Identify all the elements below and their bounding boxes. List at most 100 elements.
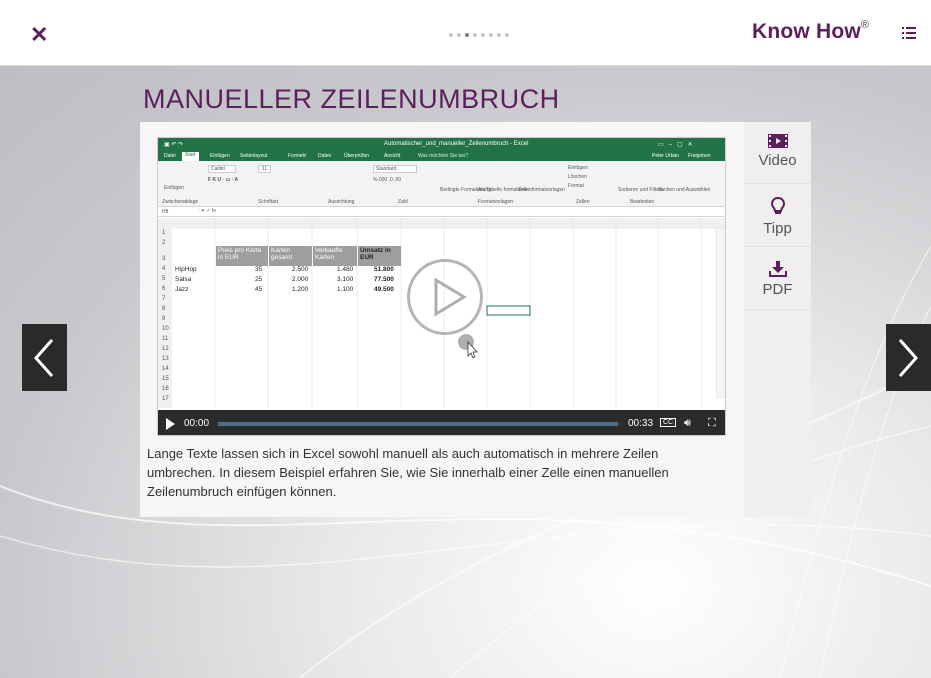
download-icon (768, 261, 787, 277)
top-bar: ✕ Know How® (0, 0, 931, 66)
mouse-cursor-icon (458, 334, 478, 358)
page-dot[interactable] (457, 33, 461, 37)
total-time: 00:33 (628, 418, 654, 429)
row-label: 11 (162, 336, 169, 342)
table-cell: 3.100 (337, 276, 354, 283)
ribbon-insert: Einfügen (568, 165, 588, 171)
page-dot[interactable] (489, 33, 493, 37)
chevron-left-icon (33, 339, 54, 377)
page-dot[interactable] (497, 33, 501, 37)
excel-user: Peter Urban (652, 153, 679, 159)
page-dot[interactable] (481, 33, 485, 37)
volume-icon[interactable]: 🔊︎ (684, 417, 691, 430)
ribbon-group-styles: Formatvorlagen (478, 199, 514, 205)
progress-bar[interactable] (218, 422, 618, 426)
excel-tab: Überprüfen (344, 153, 370, 159)
ribbon-delete: Löschen (568, 174, 587, 180)
ribbon-paste: Einfügen (164, 185, 184, 191)
excel-tab: Daten (318, 153, 332, 159)
row-label: 17 (162, 396, 169, 402)
big-play-button[interactable] (407, 259, 483, 335)
row-label: 5 (162, 276, 166, 282)
table-header-cell: Preis pro Karte in EUR (216, 246, 268, 266)
page-indicator (449, 33, 509, 37)
table-cell: 1.480 (337, 266, 354, 273)
ribbon-group-number: Zahl (398, 199, 408, 205)
side-item-video[interactable]: Video (744, 122, 811, 184)
side-panel: Video Tipp PDF (744, 122, 811, 517)
row-label: 15 (162, 376, 169, 382)
row-label: 9 (162, 316, 166, 322)
excel-fx: : ✕ ✓ fx (198, 208, 216, 214)
next-page-button[interactable] (886, 324, 931, 391)
table-header-cell: Verkaufte Karten (313, 246, 357, 266)
table-cell: 1.100 (337, 286, 354, 293)
excel-tab: Ansicht (384, 153, 401, 159)
table-cell: Jazz (175, 286, 189, 293)
row-label: 14 (162, 366, 169, 372)
row-label: 12 (162, 346, 169, 352)
video-icon (767, 134, 788, 148)
excel-search: Was möchten Sie tun? (418, 153, 469, 159)
ribbon-font-size: 11 (258, 165, 272, 173)
table-cell: 35 (255, 266, 263, 273)
ribbon-group-align: Ausrichtung (328, 199, 355, 205)
play-pause-button[interactable] (166, 418, 175, 430)
fullscreen-icon[interactable]: ⛶ (708, 417, 716, 430)
row-label: 3 (162, 256, 166, 262)
list-menu-icon[interactable] (902, 27, 916, 39)
pdf-label: PDF (762, 281, 793, 298)
excel-tab: Datei (164, 153, 176, 159)
ribbon-sort: Sortieren und Filtern (618, 187, 664, 193)
page-dot[interactable] (505, 33, 509, 37)
video-player[interactable]: ▣ ↶ ↷ Automatischer_und_manueller_Zeilen… (157, 137, 726, 436)
page-dot[interactable] (449, 33, 453, 37)
logo-mark: ® (860, 19, 870, 31)
row-label: 7 (162, 296, 166, 302)
current-time: 00:00 (184, 418, 210, 429)
row-label: 4 (162, 266, 166, 272)
excel-window-controls: ▭ – ▢ ✕ (658, 142, 693, 148)
closed-captions-button[interactable]: CC (660, 418, 677, 427)
excel-tab: Seitenlayout (240, 153, 268, 159)
table-cell: 45 (255, 286, 263, 293)
excel-title-bar: ▣ ↶ ↷ Automatischer_und_manueller_Zeilen… (158, 138, 725, 151)
excel-namebox: H8 (162, 209, 169, 215)
page-dot[interactable] (473, 33, 477, 37)
lightbulb-icon (770, 197, 785, 214)
video-controls: 00:00 00:33 CC 🔊︎ ⛶ (158, 410, 725, 435)
chevron-right-icon (898, 339, 919, 377)
excel-tab: Einfügen (210, 153, 230, 159)
table-cell: 1.200 (292, 286, 309, 293)
table-cell: 77.500 (374, 276, 394, 283)
table-cell: HipHop (175, 266, 197, 273)
side-item-tip[interactable]: Tipp (744, 185, 811, 247)
excel-share: Freigeben (688, 153, 711, 159)
table-cell: 49.500 (374, 286, 394, 293)
row-label: 16 (162, 386, 169, 392)
table-cell: 2.000 (292, 276, 309, 283)
table-cell: Salsa (175, 276, 192, 283)
ribbon-group-clipboard: Zwischenablage (162, 199, 199, 205)
table-cell: 2.500 (292, 266, 309, 273)
excel-formula-bar: H8 : ✕ ✓ fx (158, 207, 725, 217)
excel-tab-active: Start (182, 152, 199, 161)
ribbon-format-buttons: F K U · ▭ · A (208, 177, 239, 183)
table-cell: 25 (255, 276, 263, 283)
row-label: 2 (162, 240, 166, 246)
row-label: 10 (162, 326, 169, 332)
close-icon[interactable]: ✕ (30, 22, 48, 48)
prev-page-button[interactable] (22, 324, 67, 391)
page-dot-active[interactable] (465, 33, 469, 37)
ribbon-group-font: Schriftart (258, 199, 279, 205)
ribbon-cell-styles: Zellenformatvorlagen (518, 187, 565, 193)
row-label: 8 (162, 306, 166, 312)
table-header-cell: Umsatz in EUR (358, 246, 401, 266)
side-item-pdf[interactable]: PDF (744, 248, 811, 310)
brand-logo: Know How® (752, 19, 870, 44)
lesson-description: Lange Texte lassen sich in Excel sowohl … (147, 446, 669, 499)
logo-text: Know How (752, 20, 861, 43)
excel-window-title: Automatischer_und_manueller_Zeilenumbruc… (384, 141, 529, 147)
ribbon-group-cells: Zellen (576, 199, 590, 205)
row-label: 1 (162, 230, 166, 236)
